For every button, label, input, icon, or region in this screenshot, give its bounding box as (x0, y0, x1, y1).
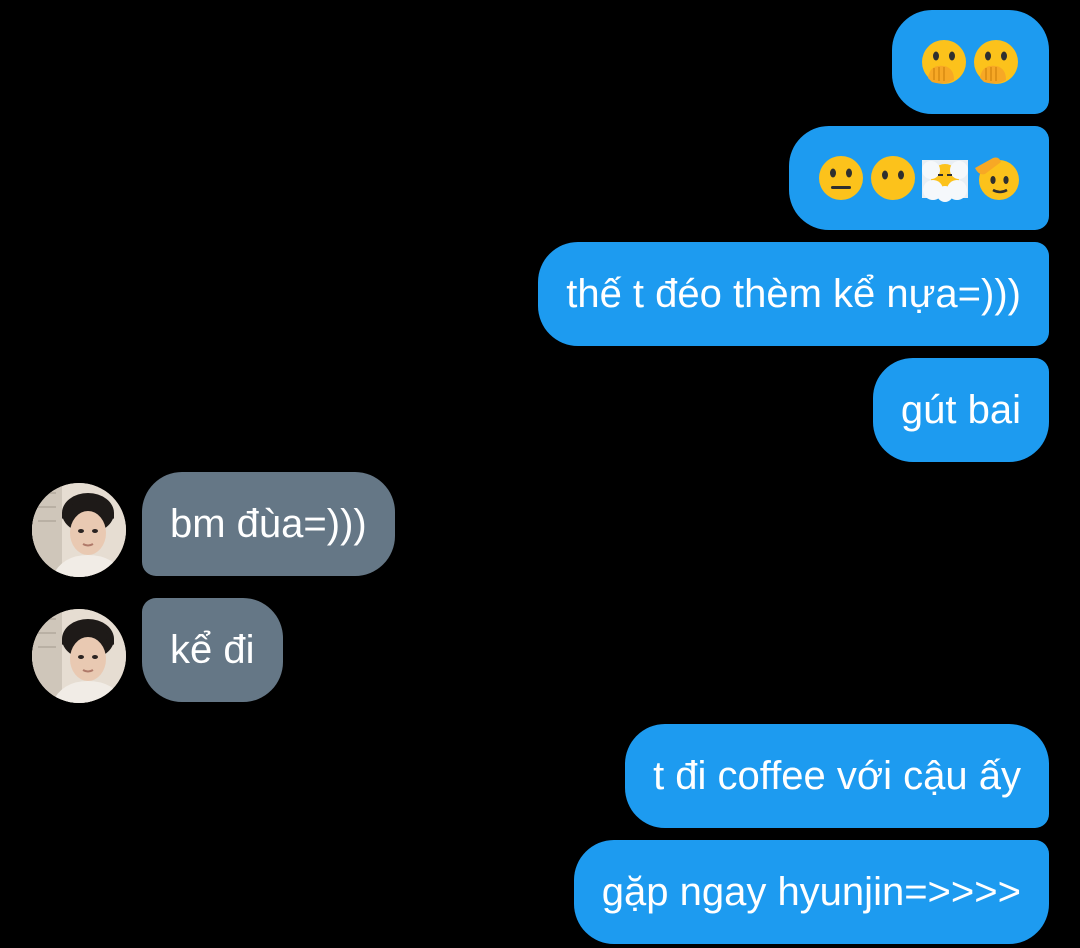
hand-over-mouth-emoji (974, 40, 1018, 84)
avatar-photo (32, 483, 126, 577)
message-text: bm đùa=))) (170, 502, 367, 546)
message-bubble-outgoing[interactable]: gút bai (872, 358, 1049, 462)
neutral-face-emoji (819, 156, 863, 200)
contact-avatar[interactable] (32, 483, 126, 577)
message-text: t đi coffee với cậu ấy (653, 754, 1021, 798)
emoji-row (817, 126, 1021, 230)
message-bubble-outgoing[interactable]: gặp ngay hyunjin=>>>> (573, 840, 1049, 944)
message-bubble-outgoing[interactable] (892, 10, 1049, 114)
message-text: gút bai (900, 388, 1021, 432)
message-bubble-outgoing[interactable] (789, 126, 1049, 230)
message-bubble-incoming[interactable]: kể đi (142, 598, 283, 702)
message-text: thế t đéo thèm kể nựa=))) (566, 272, 1021, 316)
saluting-face-emoji (975, 157, 1019, 200)
face-without-mouth-emoji (871, 156, 915, 200)
emoji-row (920, 10, 1021, 114)
message-bubble-incoming[interactable]: bm đùa=))) (142, 472, 395, 576)
message-bubble-outgoing[interactable]: t đi coffee với cậu ấy (625, 724, 1049, 828)
message-text: kể đi (170, 628, 255, 672)
hand-over-mouth-emoji (922, 40, 966, 84)
message-bubble-outgoing[interactable]: thế t đéo thèm kể nựa=))) (538, 242, 1049, 346)
face-in-clouds-emoji (922, 160, 968, 202)
message-text: gặp ngay hyunjin=>>>> (601, 870, 1021, 914)
contact-avatar[interactable] (32, 609, 126, 703)
avatar-photo (32, 609, 126, 703)
